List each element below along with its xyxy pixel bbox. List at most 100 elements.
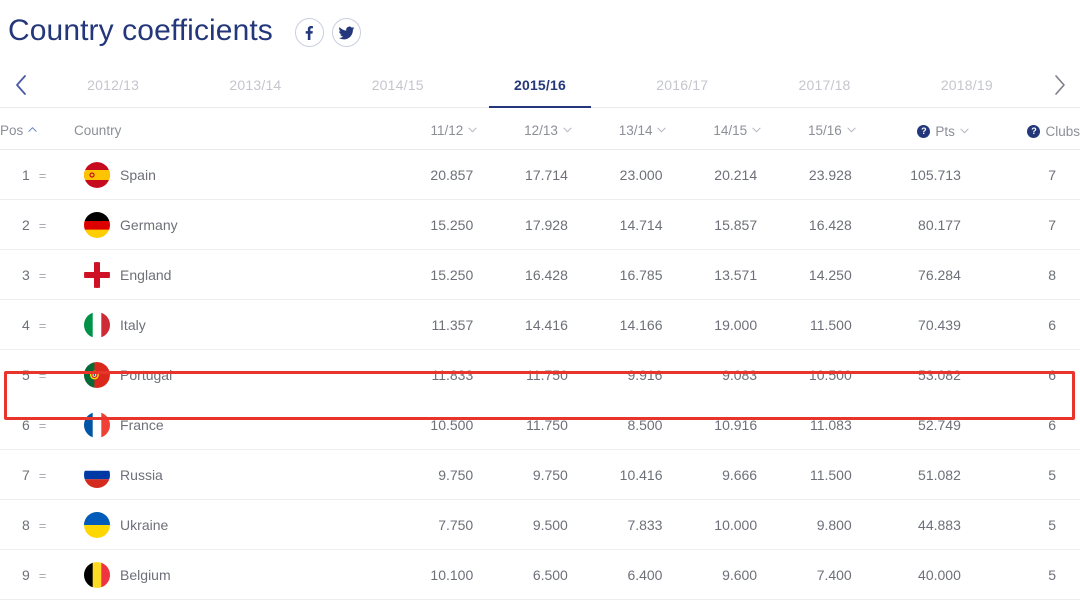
flag-france-icon bbox=[84, 411, 111, 438]
pos-value: 5 bbox=[22, 366, 30, 383]
tab-2014-15[interactable]: 2014/15 bbox=[327, 62, 469, 107]
cell-s1112: 11.357 bbox=[382, 299, 478, 350]
tab-2016-17[interactable]: 2016/17 bbox=[611, 62, 753, 107]
tabs-next-arrow[interactable] bbox=[1038, 62, 1080, 107]
flag-ukraine-icon bbox=[84, 511, 111, 538]
help-icon[interactable]: ? bbox=[917, 125, 931, 138]
cell-clubs: 6 bbox=[1048, 366, 1056, 383]
cell-s1112: 15.250 bbox=[382, 199, 478, 250]
flag-germany-icon bbox=[84, 211, 111, 238]
page-header: Country coefficients bbox=[0, 0, 1080, 54]
help-icon[interactable]: ? bbox=[1027, 125, 1041, 138]
table-row-highlighted[interactable]: 5 = Portugal 11.833 11.750 9.916 9.083 1… bbox=[0, 350, 1080, 400]
table-row[interactable]: 2= Germany 15.250 17.928 14.714 15.857 bbox=[0, 199, 1080, 250]
table-row[interactable]: 4 = Italy 11.357 14.416 14.166 19.000 11… bbox=[0, 299, 1080, 350]
tab-2017-18[interactable]: 2017/18 bbox=[753, 62, 895, 107]
tab-2018-19[interactable]: 2018/19 bbox=[896, 62, 1038, 107]
col-header-country-label: Country bbox=[74, 123, 122, 138]
tab-2013-14[interactable]: 2013/14 bbox=[184, 62, 326, 107]
table-row[interactable]: 1 = Spain 20.857 17.714 23.000 20.214 23… bbox=[0, 149, 1080, 200]
pos-value: 1 bbox=[22, 166, 30, 183]
cell-clubs: 5 bbox=[968, 499, 1080, 550]
cell-s1112: 10.500 bbox=[382, 399, 478, 450]
country-name: France bbox=[120, 416, 164, 433]
cell-country: France bbox=[74, 399, 383, 450]
cell-s1314: 14.166 bbox=[571, 299, 667, 350]
cell-s1314: 23.000 bbox=[571, 149, 667, 200]
cell-country: Russia bbox=[74, 449, 383, 500]
pos-move: = bbox=[38, 317, 47, 333]
col-header-clubs[interactable]: ? Clubs bbox=[968, 108, 1080, 150]
cell-s1314: 16.785 bbox=[571, 249, 667, 300]
cell-s1314: 8.500 bbox=[571, 399, 667, 450]
col-header-s1112[interactable]: 11/12 bbox=[382, 108, 478, 150]
twitter-share-button[interactable] bbox=[331, 18, 361, 47]
col-header-s1415[interactable]: 14/15 bbox=[666, 108, 762, 150]
table-head: Pos Country 11/12 12/13 13/14 14/15 15/1… bbox=[0, 108, 1080, 150]
cell-s1213: 17.714 bbox=[477, 149, 572, 200]
cell-s1415: 9.666 bbox=[666, 449, 762, 500]
country-name: England bbox=[120, 266, 172, 283]
tab-2012-13[interactable]: 2012/13 bbox=[42, 62, 184, 107]
cell-s1112: 20.857 bbox=[382, 149, 478, 200]
col-header-s1314-label: 13/14 bbox=[618, 123, 653, 138]
table-row[interactable]: 8 = Ukraine 7.750 9.500 7.833 10.000 9.8… bbox=[0, 499, 1080, 550]
cell-s1516: 23.928 bbox=[761, 149, 856, 200]
col-header-country[interactable]: Country bbox=[74, 108, 383, 150]
tabs-list: 2012/13 2013/14 2014/15 2015/16 2016/17 … bbox=[42, 62, 1038, 108]
pos-value: 4 bbox=[22, 316, 30, 333]
cell-s1112: 10.100 bbox=[382, 549, 478, 600]
cell-clubs: 8 bbox=[968, 249, 1080, 300]
cell-s1516: 14.250 bbox=[761, 249, 856, 300]
tabs-prev-arrow[interactable] bbox=[0, 62, 42, 107]
table-row[interactable]: 6 = France 10.500 11.750 8.500 10.916 11… bbox=[0, 399, 1080, 450]
cell-s1516: 11.500 bbox=[761, 299, 856, 350]
pos-value: 9 bbox=[22, 566, 30, 583]
cell-s1213: 9.750 bbox=[477, 449, 572, 500]
cell-clubs: 5 bbox=[968, 549, 1080, 600]
col-header-pts[interactable]: ? Pts bbox=[855, 108, 969, 150]
table-row[interactable]: 3= England 15.250 16.428 16.785 13.571 bbox=[0, 249, 1080, 300]
cell-s1213: 17.928 bbox=[477, 199, 572, 250]
table-row[interactable]: 7 = Russia 9.750 9.750 10.416 9.666 11.5… bbox=[0, 449, 1080, 500]
facebook-share-button[interactable] bbox=[294, 18, 324, 47]
pos-value: 6 bbox=[22, 416, 30, 433]
cell-s1112: 7.750 bbox=[382, 499, 478, 550]
sort-asc-icon bbox=[28, 125, 37, 134]
cell-s1516: 11.500 bbox=[761, 449, 856, 500]
col-header-s1213[interactable]: 12/13 bbox=[477, 108, 572, 150]
cell-pos: 7 = bbox=[0, 449, 75, 500]
table-row[interactable]: 9 = Belgium 10.100 6.500 6.400 9.600 7.4… bbox=[0, 549, 1080, 600]
col-header-pos[interactable]: Pos bbox=[0, 108, 75, 150]
pos-move: = bbox=[38, 217, 47, 233]
cell-s1314: 10.416 bbox=[571, 449, 667, 500]
cell-country: Portugal bbox=[74, 350, 383, 400]
pos-value: 3 bbox=[22, 266, 30, 283]
country-coefficients-page: Country coefficients 2012/13 2013/14 201… bbox=[0, 0, 1080, 605]
cell-s1213: 14.416 bbox=[477, 299, 572, 350]
social-share-group bbox=[294, 18, 361, 47]
col-header-s1314[interactable]: 13/14 bbox=[571, 108, 667, 150]
cell-s1213: 11.750 bbox=[526, 366, 568, 383]
cell-country: Germany bbox=[74, 199, 383, 250]
chevron-down-icon bbox=[752, 125, 761, 134]
cell-s1213: 16.428 bbox=[477, 249, 572, 300]
cell-s1314: 6.400 bbox=[571, 549, 667, 600]
coefficients-table-wrap: Pos Country 11/12 12/13 13/14 14/15 15/1… bbox=[0, 108, 1080, 600]
pos-move: = bbox=[38, 367, 47, 383]
cell-s1112: 11.833 bbox=[431, 366, 474, 383]
cell-country: Ukraine bbox=[74, 499, 383, 550]
cell-s1213: 6.500 bbox=[477, 549, 572, 600]
cell-pos: 8 = bbox=[0, 499, 75, 550]
tab-2015-16[interactable]: 2015/16 bbox=[469, 62, 611, 108]
pos-move: = bbox=[38, 467, 47, 483]
cell-s1415: 15.857 bbox=[666, 199, 762, 250]
cell-s1415: 9.600 bbox=[666, 549, 762, 600]
col-header-s1516[interactable]: 15/16 bbox=[761, 108, 856, 150]
chevron-down-icon bbox=[847, 125, 856, 134]
table-header-row: Pos Country 11/12 12/13 13/14 14/15 15/1… bbox=[0, 108, 1080, 150]
cell-s1516: 10.500 bbox=[808, 366, 852, 383]
pos-move: = bbox=[38, 517, 47, 533]
cell-s1213: 9.500 bbox=[477, 499, 572, 550]
cell-pos: 3 = bbox=[0, 249, 75, 300]
